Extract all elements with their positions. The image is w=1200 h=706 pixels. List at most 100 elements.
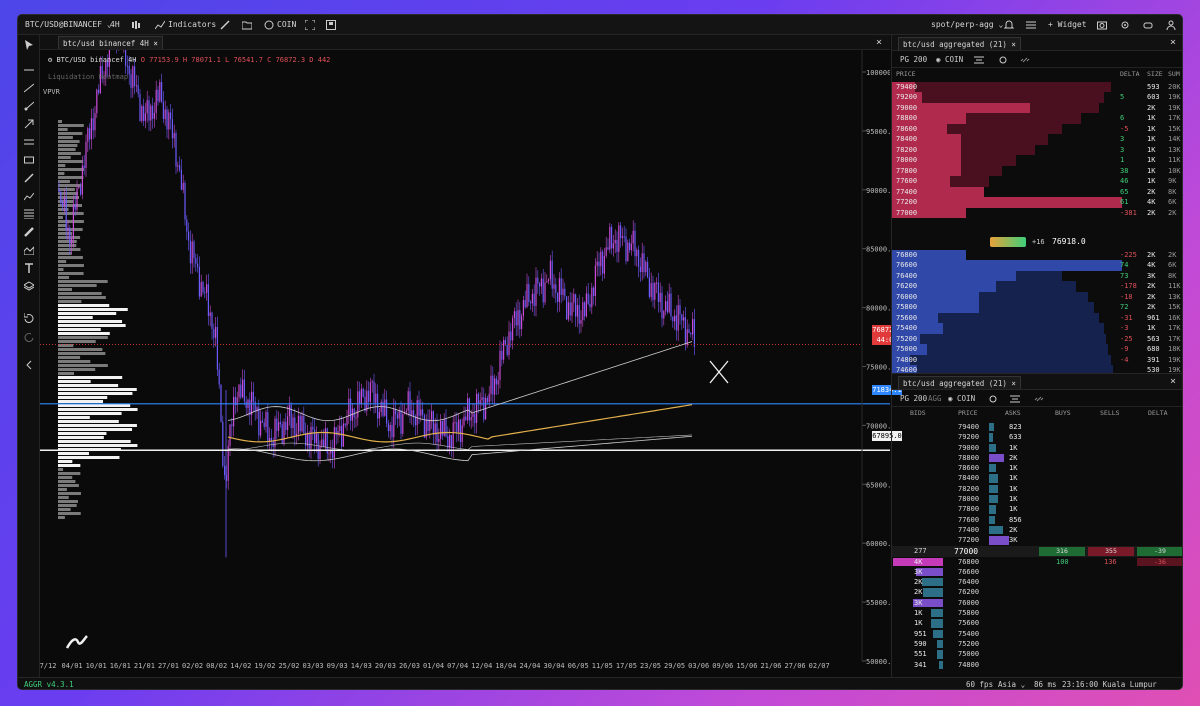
ladder-bid-row[interactable]: 3K 76000 (892, 598, 1182, 608)
liquidation-heatmap-label[interactable]: Liquidation Heatmap (48, 73, 128, 81)
gear-icon[interactable] (1120, 20, 1130, 30)
folder-icon[interactable] (242, 20, 252, 30)
close-icon[interactable]: × (1011, 40, 1016, 49)
robot-icon[interactable] (1143, 20, 1153, 30)
ladder-ask-row[interactable]: 77200 3K (892, 535, 1182, 545)
ladder-bid-row[interactable]: 2K 76400 (892, 577, 1182, 587)
cursor-icon[interactable] (24, 40, 34, 50)
bid-row[interactable]: 75400 -3 1K 17K (892, 323, 1182, 334)
coin-toggle[interactable]: ◉ COIN (948, 390, 975, 407)
ladder-ask-row[interactable]: 77400 2K (892, 525, 1182, 535)
pencil-icon[interactable] (220, 20, 230, 30)
ladder-ask-row[interactable]: 79400 823 (892, 422, 1182, 432)
ladder-bid-row[interactable]: 951 75400 (892, 629, 1182, 639)
bell-icon[interactable] (1004, 20, 1014, 30)
rectangle-icon[interactable] (24, 155, 34, 165)
ask-row[interactable]: 78800 6 1K 17K (892, 113, 1182, 124)
ladder-bid-row[interactable]: 1K 75600 (892, 618, 1182, 628)
bid-row[interactable]: 75000 -9 680 18K (892, 344, 1182, 355)
ladder-bid-row[interactable]: 551 75000 (892, 649, 1182, 659)
redo-icon[interactable] (24, 332, 34, 342)
indicators-button[interactable]: Indicators (168, 15, 216, 35)
pg-selector[interactable]: PG 200 (900, 390, 927, 407)
spread-row[interactable]: 277 77000 316 355 -39 (892, 545, 1182, 557)
horizontal-line-icon[interactable] (24, 65, 34, 75)
market-selector[interactable]: spot/perp-agg ⌄ (931, 15, 1003, 35)
ask-row[interactable]: 77800 38 1K 10K (892, 165, 1182, 177)
ask-row[interactable]: 77400 65 2K 8K (892, 186, 1182, 198)
close-icon[interactable]: × (876, 35, 882, 50)
align-icon[interactable] (1010, 394, 1020, 404)
ladder-bid-row[interactable]: 3K 76600 (892, 567, 1182, 577)
ask-row[interactable]: 77600 46 1K 9K (892, 176, 1182, 187)
ladder-ask-row[interactable]: 77800 1K (892, 504, 1182, 514)
bid-row[interactable]: 76200 -178 2K 11K (892, 281, 1182, 292)
gear-icon[interactable]: ⚙ (48, 56, 52, 64)
ask-row[interactable]: 79400 593 20K (892, 82, 1182, 93)
ladder-ask-row[interactable]: 78200 1K (892, 484, 1182, 494)
area-chart-icon[interactable] (24, 245, 34, 255)
pg-selector[interactable]: PG 200 (900, 51, 927, 68)
link-icon[interactable] (1020, 55, 1030, 65)
ask-row[interactable]: 78000 1 1K 11K (892, 155, 1182, 166)
ladder-ask-row[interactable]: 77600 856 (892, 515, 1182, 525)
symbol-selector[interactable]: BTC/USD@BINANCEF ⌄ (25, 15, 112, 35)
close-icon[interactable]: × (153, 39, 158, 48)
bid-row[interactable]: 76400 73 3K 8K (892, 270, 1182, 282)
ray-icon[interactable] (24, 101, 34, 111)
ladder-tab[interactable]: btc/usd aggregated (21) × (898, 376, 1021, 389)
ladder-ask-row[interactable]: 78600 1K (892, 463, 1182, 473)
list-icon[interactable] (1026, 20, 1036, 30)
coin-toggle[interactable]: ◉ COIN (936, 51, 963, 68)
ladder-bid-row[interactable]: 4K 76800 100 136 -36 (892, 557, 1182, 567)
bid-row[interactable]: 76000 -18 2K 13K (892, 291, 1182, 303)
save-icon[interactable] (326, 20, 336, 30)
line-chart-icon[interactable] (24, 191, 34, 201)
trend-line-icon[interactable] (24, 83, 34, 93)
undo-icon[interactable] (24, 313, 34, 323)
ladder-ask-row[interactable]: 79200 633 (892, 432, 1182, 442)
ladder-ask-row[interactable]: 78000 1K (892, 494, 1182, 504)
fib-icon[interactable] (24, 209, 34, 219)
vpvr-label[interactable]: VPVR (43, 88, 60, 96)
chart-canvas[interactable]: 7/12 04/01 10/01 16/01 21/01 27/01 02/02 08/02 1… (40, 15, 900, 677)
parallel-lines-icon[interactable] (24, 137, 34, 147)
bid-row[interactable]: 75600 -31 961 16K (892, 312, 1182, 324)
price-chart[interactable]: 7/12 04/01 10/01 16/01 21/01 27/01 02/02 08/02 1… (40, 15, 902, 677)
ladder-ask-row[interactable]: 78400 1K (892, 473, 1182, 483)
ask-row[interactable]: 78200 3 1K 13K (892, 144, 1182, 156)
gear-icon[interactable] (988, 394, 998, 404)
bid-row[interactable]: 75800 72 2K 15K (892, 302, 1182, 313)
chart-tab[interactable]: btc/usd binancef 4H × (58, 36, 163, 49)
add-widget-button[interactable]: + Widget (1048, 15, 1087, 35)
align-icon[interactable] (974, 55, 984, 65)
ladder-bid-row[interactable]: 1K 75800 (892, 608, 1182, 618)
text-icon[interactable] (24, 263, 34, 273)
close-icon[interactable]: × (1011, 379, 1016, 388)
bid-row[interactable]: 74800 -4 391 19K (892, 354, 1182, 366)
ladder-bid-row[interactable]: 590 75200 (892, 639, 1182, 649)
bid-row[interactable]: 76600 74 4K 6K (892, 260, 1182, 271)
close-icon[interactable]: × (1170, 35, 1176, 51)
close-icon[interactable]: × (1170, 374, 1176, 390)
brush-icon[interactable] (24, 173, 34, 183)
ask-row[interactable]: 77000 -381 2K 2K (892, 207, 1182, 218)
ask-row[interactable]: 79200 5 603 19K (892, 92, 1182, 103)
arrow-icon[interactable] (24, 119, 34, 129)
ask-row[interactable]: 79000 2K 19K (892, 102, 1182, 114)
agg-toggle[interactable]: AGG (928, 390, 942, 407)
ladder-bid-row[interactable]: 341 74800 (892, 660, 1182, 670)
ladder-ask-row[interactable]: 78800 2K (892, 453, 1182, 463)
ladder-bid-row[interactable]: 2K 76200 (892, 587, 1182, 597)
layers-icon[interactable] (24, 281, 34, 291)
user-icon[interactable] (1166, 20, 1176, 30)
gear-icon[interactable] (998, 55, 1008, 65)
collapse-icon[interactable] (24, 360, 34, 370)
ask-row[interactable]: 77200 61 4K 6K (892, 197, 1182, 208)
coin-toggle[interactable]: COIN (277, 15, 296, 35)
bid-row[interactable]: 75200 -25 563 17K (892, 333, 1182, 345)
fullscreen-icon[interactable] (305, 20, 315, 30)
candles-icon[interactable] (131, 20, 141, 30)
timeframe-button[interactable]: 4H (110, 15, 120, 35)
ladder-ask-row[interactable]: 79000 1K (892, 443, 1182, 453)
